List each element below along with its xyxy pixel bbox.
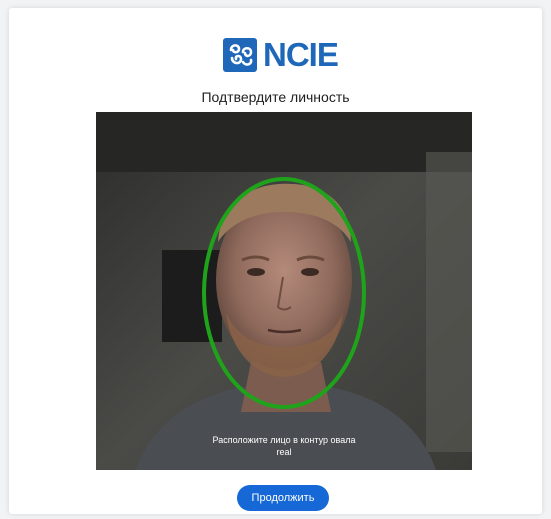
camera-hint: Расположите лицо в контур овала real: [96, 434, 472, 458]
logo-text: NCIE: [263, 36, 339, 73]
continue-button[interactable]: Продолжить: [237, 485, 329, 511]
ncie-logo: NCIE: [223, 36, 339, 73]
page-title: Подтвердите личность: [201, 89, 350, 105]
camera-preview: Расположите лицо в контур овала real: [96, 112, 472, 470]
ncie-logo-icon: [223, 38, 257, 72]
instruction-text: Расположите лицо в контур овала: [212, 435, 356, 445]
liveness-status: real: [276, 447, 292, 457]
camera-feed: [96, 112, 472, 470]
